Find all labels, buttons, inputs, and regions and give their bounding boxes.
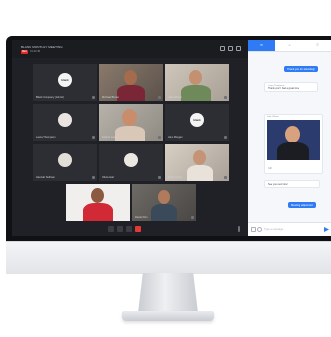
participant-body: [187, 165, 213, 181]
meeting-title: BLANK MONTHLY MEETING: [21, 45, 63, 49]
more-options-icon[interactable]: [238, 226, 240, 232]
participant-name: Sophie Grant: [102, 136, 118, 139]
monitor-chin: [6, 241, 331, 274]
chat-message-incoming: See you next time!: [264, 180, 320, 188]
participant-face: [124, 70, 137, 85]
mic-icon: [224, 136, 227, 139]
mic-icon: [158, 136, 161, 139]
mic-icon: [92, 136, 95, 139]
people-icon[interactable]: ☺: [276, 40, 303, 51]
participant-tile[interactable]: [66, 184, 130, 221]
participant-name: Daniel Kim: [135, 216, 148, 219]
participant-face: [158, 190, 170, 204]
participant-face: [122, 109, 137, 126]
participant-name: Jake Wilson: [168, 96, 182, 99]
meeting-timer: 01:23:45: [30, 50, 41, 53]
participant-tile[interactable]: blank Alex Morgan: [165, 104, 229, 141]
participant-name: Michael Brown: [102, 96, 120, 99]
participant-name: Blank Company (Admin): [36, 96, 65, 99]
company-logo-text: blank: [61, 77, 69, 82]
send-icon[interactable]: [324, 227, 329, 232]
participant-body: [181, 85, 211, 101]
participant-face: [189, 70, 202, 85]
recording-badge: REC: [21, 50, 28, 54]
chat-icon[interactable]: ✉: [248, 40, 275, 51]
chat-message-outgoing: Meeting adjourned.: [288, 202, 317, 208]
meeting-header: BLANK MONTHLY MEETING REC 01:23:45: [12, 40, 248, 58]
mic-icon: [92, 96, 95, 99]
participant-tile[interactable]: Jake Wilson: [165, 64, 229, 101]
monitor-stand: [138, 273, 198, 313]
mic-icon: [92, 176, 95, 179]
participant-name: Hannah Sullivan: [36, 176, 55, 179]
attach-icon[interactable]: [251, 227, 256, 232]
participant-tile[interactable]: blank Blank Company (Admin): [33, 64, 97, 101]
layout-icon[interactable]: [220, 46, 225, 51]
chat-tab-bar: ✉ ☺ ☰: [248, 40, 331, 52]
chat-message-incoming: Laura Thompson Thank you! I had a great …: [264, 82, 318, 92]
mic-icon: [158, 96, 161, 99]
participant-body: [115, 126, 145, 141]
call-controls: [108, 226, 141, 232]
mic-icon: [224, 96, 227, 99]
emoji-icon[interactable]: [257, 227, 262, 232]
participant-tile[interactable]: Daniel Kim: [132, 184, 196, 221]
participant-tile[interactable]: Hannah Sullivan: [33, 144, 97, 181]
camera-toggle-icon[interactable]: [117, 226, 123, 232]
close-icon[interactable]: [236, 46, 241, 51]
message-text: See you next time!: [268, 182, 288, 186]
participant-name: Olivia Hart: [102, 176, 115, 179]
participant-name: Emily Carter: [168, 176, 183, 179]
mic-icon: [224, 176, 227, 179]
participant-name: Alex Morgan: [168, 136, 183, 139]
participant-tile[interactable]: Olivia Hart: [99, 144, 163, 181]
gif-face: [285, 126, 300, 143]
fullscreen-icon[interactable]: [228, 46, 233, 51]
chat-message-outgoing: Thank you for attending!: [284, 66, 318, 72]
monitor-base: [122, 311, 214, 321]
chat-panel: ✉ ☺ ☰ Thank you for attending! Laura Tho…: [248, 40, 331, 236]
video-grid-area: BLANK MONTHLY MEETING REC 01:23:45 blank…: [12, 40, 248, 236]
mic-icon: [158, 176, 161, 179]
app-window: BLANK MONTHLY MEETING REC 01:23:45 blank…: [12, 40, 331, 236]
message-text: Thank you! I had a great time: [268, 86, 300, 90]
participant-tile[interactable]: Emily Carter: [165, 144, 229, 181]
participant-tile[interactable]: Sophie Grant: [99, 104, 163, 141]
participant-face: [91, 188, 104, 203]
mic-icon: [191, 216, 194, 219]
participant-name: Laura Thompson: [36, 136, 56, 139]
company-logo-text: blank: [193, 117, 201, 122]
participant-avatar: [58, 112, 72, 127]
mic-toggle-icon[interactable]: [108, 226, 114, 232]
gif-body: [277, 142, 309, 160]
end-call-icon[interactable]: [135, 226, 141, 232]
participant-body: [83, 203, 113, 221]
gif-label: GIF: [268, 167, 272, 170]
participant-tile[interactable]: Michael Brown: [99, 64, 163, 101]
participant-avatar: [124, 152, 138, 167]
participant-body: [117, 85, 145, 101]
share-screen-icon[interactable]: [126, 226, 132, 232]
message-text: Meeting adjourned.: [291, 203, 314, 207]
files-icon[interactable]: ☰: [304, 40, 331, 51]
participant-tile[interactable]: Laura Thompson: [33, 104, 97, 141]
participant-avatar: [58, 152, 72, 167]
gif-image: [267, 120, 320, 160]
message-input[interactable]: Type a message...: [264, 228, 285, 231]
chat-input-bar: Type a message...: [248, 222, 331, 236]
participant-face: [193, 150, 206, 165]
gif-message[interactable]: Jake Wilson GIF: [264, 114, 323, 174]
participant-body: [151, 204, 177, 221]
message-text: Thank you for attending!: [287, 67, 315, 71]
message-sender: Jake Wilson: [267, 116, 279, 118]
